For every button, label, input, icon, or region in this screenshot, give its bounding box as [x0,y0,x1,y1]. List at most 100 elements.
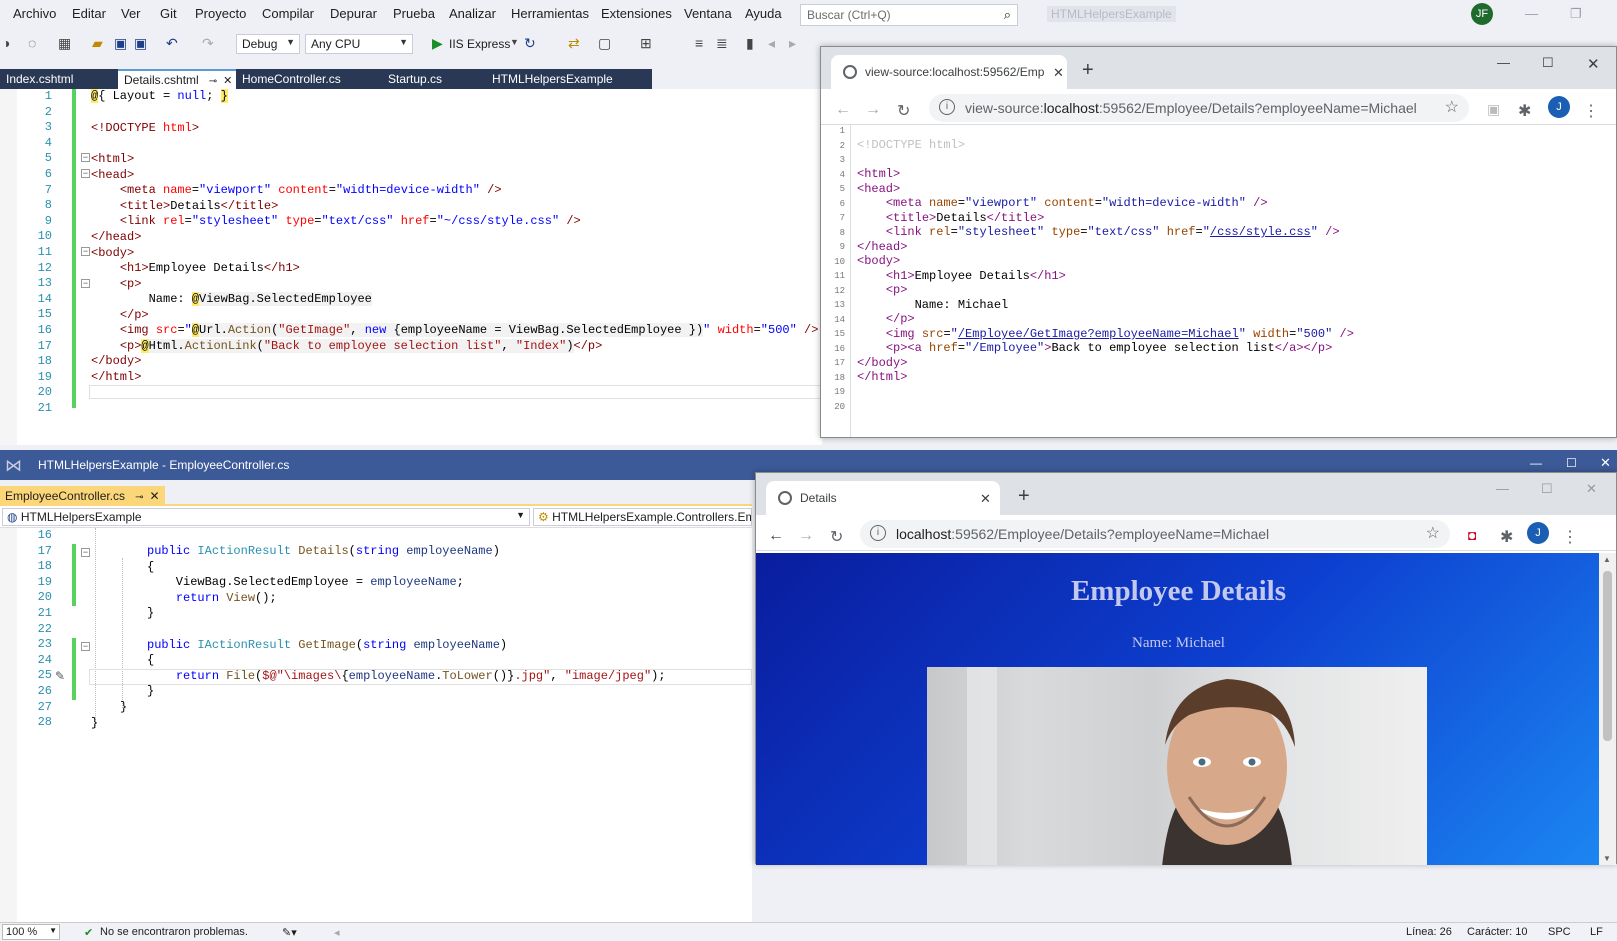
collapse-icon[interactable]: − [81,153,90,162]
menu-ayuda[interactable]: Ayuda [745,6,782,21]
tab-details-cshtml[interactable]: Details.cshtml ⊸ ✕ [118,69,236,89]
close-tab-icon[interactable]: ✕ [980,491,991,507]
profile-avatar[interactable]: J [1548,96,1570,118]
tab-homecontroller[interactable]: HomeController.cs [236,69,382,89]
user-avatar[interactable]: JF [1471,3,1493,25]
collapse-icon[interactable]: − [81,642,90,651]
problems-status[interactable]: No se encontraron problemas. [100,926,248,938]
indent-icon[interactable]: ⊞ [640,35,652,52]
collapse-icon[interactable]: − [81,169,90,178]
line-ending-indicator[interactable]: LF [1590,926,1603,938]
configuration-dropdown[interactable]: Debug ▼ [236,34,300,54]
comment-icon[interactable]: ≡ [695,35,703,51]
css-link[interactable]: /css/style.css [1210,225,1311,239]
save-all-icon[interactable]: ▣ [134,35,147,52]
tab-project[interactable]: HTMLHelpersExample [486,69,652,89]
menu-extensiones[interactable]: Extensiones [601,6,672,21]
quick-action-brush-icon[interactable]: ✎ [55,669,65,683]
forward-arrow-icon[interactable]: → [865,101,881,119]
menu-ver[interactable]: Ver [121,6,141,21]
minimize-icon[interactable]: — [1530,456,1542,470]
play-icon[interactable]: ▶ [432,35,443,52]
menu-editar[interactable]: Editar [72,6,106,21]
run-button[interactable]: IIS Express [449,37,510,51]
controller-code-editor[interactable]: 16 17 18 19 20 21 22 23 24 25 26 27 28 − − public IA… [0,528,752,922]
menu-archivo[interactable]: Archivo [13,6,56,21]
whitespace-indicator[interactable]: SPC [1548,926,1571,938]
collapse-icon[interactable]: − [81,279,90,288]
pin-icon[interactable]: ⊸ [135,492,143,503]
reload-icon[interactable]: ↻ [830,527,843,547]
maximize-icon[interactable]: ☐ [1542,55,1554,71]
close-icon[interactable]: ✕ [223,75,232,87]
reload-icon[interactable]: ↻ [897,101,910,121]
menu-git[interactable]: Git [160,6,177,21]
column-indicator[interactable]: Carácter: 10 [1467,926,1528,938]
close-icon[interactable]: ✕ [1586,481,1597,497]
menu-prueba[interactable]: Prueba [393,6,435,21]
new-item-icon[interactable]: ▦ [58,35,71,52]
forward-arrow-icon[interactable]: → [798,527,814,545]
uncomment-icon[interactable]: ≣ [716,35,728,52]
details-code-editor[interactable]: 1 2 3 4 5 6 7 8 9 10 11 12 13 14 15 16 17 18 19 20 21 − − − … [0,89,822,445]
pin-icon[interactable]: ⊸ [209,76,217,87]
bookmark-star-icon[interactable]: ☆ [1426,523,1440,543]
address-bar[interactable]: i view-source:localhost:59562/Employee/De… [929,94,1469,122]
tab-employeecontroller[interactable]: EmployeeController.cs ⊸ ✕ [0,486,165,506]
bookmark-icon[interactable]: ▮ [746,35,754,52]
restore-icon[interactable]: ❐ [1570,6,1582,22]
open-folder-icon[interactable]: ▰ [92,35,103,52]
scroll-up-icon[interactable]: ▲ [1603,555,1611,564]
new-tab-icon[interactable]: + [1018,485,1030,508]
back-arrow-icon[interactable]: ← [768,527,784,545]
menu-depurar[interactable]: Depurar [330,6,377,21]
tab-index-cshtml[interactable]: Index.cshtml [0,69,118,89]
back-nav-icon[interactable]: ◑ [2,35,10,51]
browser-tab[interactable]: view-source:localhost:59562/Emp [831,55,1067,89]
close-icon[interactable]: ✕ [1587,55,1600,73]
maximize-icon[interactable]: ☐ [1566,456,1577,470]
scroll-left-icon[interactable]: ◂ [334,926,340,939]
chevron-down-icon[interactable]: ▼ [510,37,519,47]
puzzle-icon[interactable]: ✱ [1500,527,1513,547]
menu-herramientas[interactable]: Herramientas [511,6,589,21]
screenshot-icon[interactable]: ▢ [598,35,611,52]
close-tab-icon[interactable]: ✕ [1053,65,1064,81]
redo-icon[interactable]: ↷ [202,35,214,52]
collapse-icon[interactable]: − [81,247,90,256]
save-icon[interactable]: ▣ [114,35,127,52]
menu-ventana[interactable]: Ventana [684,6,732,21]
minimize-icon[interactable]: — [1496,481,1509,496]
undo-icon[interactable]: ↶ [166,35,178,52]
extension-icon[interactable]: ▣ [1487,101,1500,118]
scroll-down-icon[interactable]: ▼ [1603,854,1611,863]
minimize-icon[interactable]: — [1525,6,1538,21]
minimize-icon[interactable]: — [1497,55,1510,70]
new-tab-icon[interactable]: + [1082,59,1094,82]
image-link[interactable]: /Employee/GetImage?employeeName=Michael [958,327,1239,341]
close-icon[interactable]: ✕ [1600,455,1611,471]
platform-dropdown[interactable]: Any CPU ▼ [305,34,413,54]
menu-analizar[interactable]: Analizar [449,6,496,21]
extension-shield-icon[interactable]: ◘ [1468,527,1476,543]
project-selector[interactable]: ◍ HTMLHelpersExample ▼ [2,508,530,526]
cleanup-brush-icon[interactable]: ✎▾ [282,926,297,939]
menu-proyecto[interactable]: Proyecto [195,6,246,21]
menu-compilar[interactable]: Compilar [262,6,314,21]
puzzle-icon[interactable]: ✱ [1518,101,1531,121]
refresh-icon[interactable]: ↻ [524,35,536,52]
tab-startup[interactable]: Startup.cs [382,69,486,89]
class-selector[interactable]: ⚙ HTMLHelpersExample.Controllers.Em [533,508,752,526]
next-bookmark-icon[interactable]: ▸ [789,35,796,52]
zoom-dropdown[interactable]: 100 % ▼ [2,924,60,940]
maximize-icon[interactable]: ☐ [1541,481,1553,497]
browser-tab[interactable]: Details [766,481,1000,515]
search-input[interactable]: Buscar (Ctrl+Q) ⌕ [800,4,1018,26]
menu-dots-icon[interactable]: ⋮ [1583,101,1599,121]
close-icon[interactable]: ✕ [149,489,159,503]
forward-nav-icon[interactable]: ◌ [28,35,36,51]
scrollbar-thumb[interactable] [1603,571,1612,741]
prev-bookmark-icon[interactable]: ◂ [768,35,775,52]
back-arrow-icon[interactable]: ← [835,101,851,119]
profile-avatar[interactable]: J [1527,522,1549,544]
